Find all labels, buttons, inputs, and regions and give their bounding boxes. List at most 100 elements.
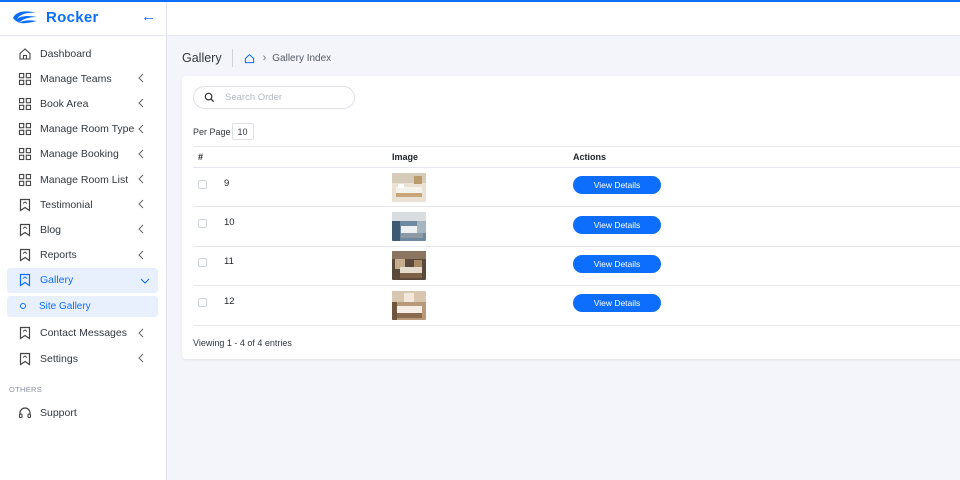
bookmark-icon <box>19 327 31 341</box>
row-checkbox[interactable] <box>198 297 207 307</box>
row-id: 9 <box>224 177 230 189</box>
sidebar-toggle-arrow-icon[interactable]: ← <box>141 8 156 26</box>
sidebar-item-label: Contact Messages <box>40 327 127 340</box>
row-checkbox[interactable] <box>198 258 207 268</box>
bookmark-icon <box>19 274 31 287</box>
sidebar-item-label: Manage Booking <box>40 148 119 161</box>
chevron-left-icon <box>138 124 144 133</box>
gallery-thumbnail-image <box>392 290 426 320</box>
sidebar-item-label: Support <box>40 406 77 419</box>
sidebar-item-manage-teams[interactable]: Manage Teams <box>0 66 160 91</box>
chevron-left-icon <box>138 328 144 338</box>
sidebar-item-settings[interactable]: Settings <box>0 346 160 371</box>
bookmark-icon <box>19 352 31 366</box>
per-page-control: Per Page 10 <box>193 123 254 140</box>
search-box <box>193 86 355 109</box>
sidebar-menu: Dashboard Manage Teams Book Area Manage … <box>0 36 166 425</box>
gallery-thumbnail-image <box>392 172 426 202</box>
row-id: 11 <box>224 256 234 268</box>
table-row: 11 View Details <box>193 246 960 287</box>
sidebar-item-manage-room-list[interactable]: Manage Room List <box>0 167 160 192</box>
chevron-left-icon <box>138 149 144 159</box>
home-icon <box>19 47 31 60</box>
sidebar-item-label: Testimonial <box>40 198 93 211</box>
sidebar-item-reports[interactable]: Reports <box>0 243 160 268</box>
sidebar-item-testimonial[interactable]: Testimonial <box>0 192 160 217</box>
gallery-table: # Image Actions 9 View Details 10 View D… <box>193 146 960 326</box>
row-id: 12 <box>224 295 235 307</box>
sidebar-item-dashboard[interactable]: Dashboard <box>0 41 160 66</box>
sidebar-item-gallery[interactable]: Gallery <box>7 267 158 293</box>
row-checkbox[interactable] <box>198 179 207 189</box>
column-header-number: # <box>193 146 392 168</box>
bookmark-icon <box>19 248 31 262</box>
chevron-left-icon <box>138 174 144 184</box>
column-header-image: Image <box>392 146 573 168</box>
top-header-bar <box>167 2 960 36</box>
search-input[interactable] <box>225 92 335 103</box>
view-details-button[interactable]: View Details <box>573 176 661 195</box>
table-row: 10 View Details <box>193 206 960 247</box>
sidebar-item-book-area[interactable]: Book Area <box>0 91 160 116</box>
chevron-right-icon: › <box>262 52 267 64</box>
search-icon <box>204 92 215 103</box>
sidebar-item-label: Gallery <box>40 274 74 287</box>
chevron-left-icon <box>138 99 144 108</box>
grid-icon <box>18 97 32 111</box>
grid-icon <box>18 148 32 161</box>
sidebar-subitem-label: Site Gallery <box>39 300 91 312</box>
view-details-button[interactable]: View Details <box>573 254 661 273</box>
page-title: Gallery <box>182 49 233 67</box>
bookmark-icon <box>19 198 31 212</box>
breadcrumb-current: Gallery Index <box>272 52 332 64</box>
per-page-label: Per Page <box>193 126 231 137</box>
sidebar-item-label: Blog <box>40 223 62 236</box>
logo-icon <box>13 10 37 23</box>
table-row: 12 View Details <box>193 285 960 326</box>
chevron-left-icon <box>138 73 144 83</box>
grid-icon <box>18 123 32 136</box>
breadcrumb: Gallery › Gallery Index <box>182 49 331 67</box>
grid-icon <box>18 72 32 85</box>
grid-icon <box>18 173 32 186</box>
circle-bullet-icon <box>20 303 26 310</box>
gallery-thumbnail-image <box>392 251 426 281</box>
view-details-button[interactable]: View Details <box>573 294 661 313</box>
row-checkbox[interactable] <box>198 219 207 229</box>
sidebar-item-label: Manage Teams <box>40 72 112 85</box>
chevron-down-icon <box>140 278 150 284</box>
sidebar-item-label: Settings <box>40 352 78 365</box>
sidebar-item-support[interactable]: Support <box>0 400 160 425</box>
chevron-left-icon <box>138 353 144 363</box>
sidebar-item-manage-room-type[interactable]: Manage Room Type <box>0 117 160 142</box>
sidebar-item-label: Reports <box>40 249 77 262</box>
row-id: 10 <box>224 217 235 229</box>
chevron-left-icon <box>138 250 144 259</box>
sidebar-item-label: Manage Room List <box>40 173 129 186</box>
home-icon[interactable] <box>244 53 255 64</box>
bookmark-icon <box>19 223 31 237</box>
brand: Rocker ← <box>0 0 166 36</box>
chevron-left-icon <box>138 199 144 209</box>
sidebar-item-blog[interactable]: Blog <box>0 217 160 242</box>
table-row: 9 View Details <box>193 167 960 208</box>
sidebar-item-manage-booking[interactable]: Manage Booking <box>0 142 160 167</box>
sidebar-item-label: Dashboard <box>40 47 92 60</box>
gallery-card: Per Page 10 # Image Actions 9 View Detai… <box>182 76 960 359</box>
sidebar-section-label: OTHERS <box>9 385 43 395</box>
table-header-row: # Image Actions <box>193 146 960 168</box>
sidebar-item-label: Book Area <box>40 97 89 110</box>
gallery-thumbnail-image <box>392 212 426 242</box>
sidebar-subitem-site-gallery[interactable]: Site Gallery <box>7 295 158 317</box>
sidebar-item-label: Manage Room Type <box>40 123 135 136</box>
top-accent-line <box>0 0 960 2</box>
sidebar-item-contact-messages[interactable]: Contact Messages <box>0 321 160 346</box>
sidebar: Rocker ← Dashboard Manage Teams Book Are… <box>0 0 167 480</box>
headset-icon <box>18 407 32 418</box>
view-details-button[interactable]: View Details <box>573 215 661 234</box>
column-header-actions: Actions <box>573 146 960 168</box>
pagination-info: Viewing 1 - 4 of 4 entries <box>193 338 292 348</box>
per-page-input[interactable]: 10 <box>231 123 254 140</box>
brand-name: Rocker <box>46 9 99 26</box>
chevron-left-icon <box>138 224 144 234</box>
